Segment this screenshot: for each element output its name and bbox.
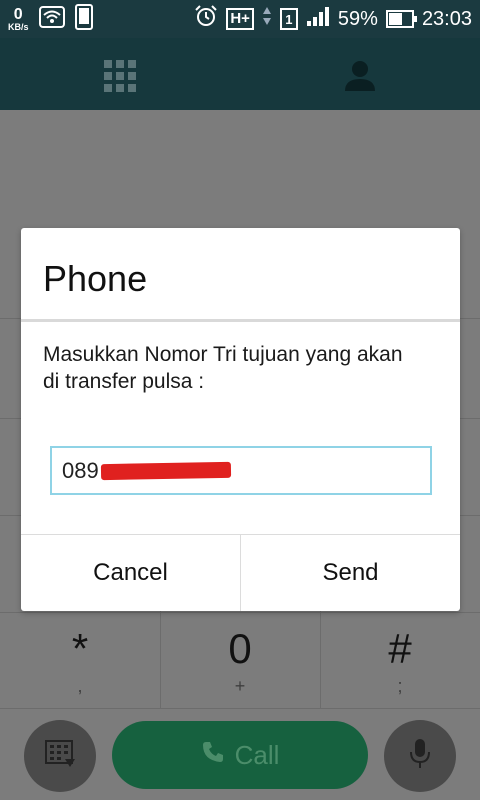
key-hash[interactable]: # ; xyxy=(320,612,480,708)
redaction-mark xyxy=(100,461,231,480)
network-type-badge: H+ xyxy=(226,8,254,30)
wifi-icon xyxy=(38,5,65,33)
bottom-action-bar: Call xyxy=(0,708,480,800)
phone-screen-icon xyxy=(74,3,93,35)
send-button[interactable]: Send xyxy=(240,535,460,611)
dialpad-tab-icon[interactable] xyxy=(104,60,136,92)
key-sub-label: , xyxy=(77,676,83,696)
key-sub-label: + xyxy=(234,676,246,696)
dialog-button-row: Cancel Send xyxy=(21,534,460,611)
net-speed-unit: KB/s xyxy=(8,21,29,32)
microphone-icon xyxy=(408,737,432,776)
dialog-message: Masukkan Nomor Tri tujuan yang akan di t… xyxy=(43,343,403,393)
app-bar xyxy=(0,38,480,110)
dialog-divider xyxy=(21,319,460,322)
sim-slot-badge: 1 xyxy=(279,8,298,30)
data-arrows-icon xyxy=(262,5,272,33)
transfer-number-dialog: Phone Masukkan Nomor Tri tujuan yang aka… xyxy=(21,228,460,611)
call-button[interactable]: Call xyxy=(112,721,368,789)
cancel-button[interactable]: Cancel xyxy=(21,535,240,611)
dialpad-toggle-icon xyxy=(43,739,77,774)
voice-input-button[interactable] xyxy=(384,720,456,792)
battery-percent: 59% xyxy=(337,7,378,30)
phone-number-input[interactable]: 089 xyxy=(50,446,432,495)
contacts-tab-icon[interactable] xyxy=(344,58,376,92)
key-zero[interactable]: 0 + xyxy=(160,612,320,708)
key-sub-label: ; xyxy=(397,676,403,696)
key-star[interactable]: * , xyxy=(0,612,160,708)
signal-icon xyxy=(306,5,330,33)
call-label: Call xyxy=(234,739,280,770)
alarm-icon xyxy=(194,4,218,34)
key-main-label: * xyxy=(71,625,89,672)
phone-number-value: 089 xyxy=(62,457,99,483)
dialog-title: Phone xyxy=(43,258,148,299)
key-main-label: 0 xyxy=(228,625,252,672)
keypad-row: * , 0 + # ; xyxy=(0,612,480,708)
battery-icon xyxy=(385,10,417,28)
key-main-label: # xyxy=(388,625,412,672)
phone-icon xyxy=(201,740,225,771)
status-bar: 0 KB/s H+ 1 59% 23:03 xyxy=(0,0,480,38)
dialpad-toggle-button[interactable] xyxy=(24,720,96,792)
clock: 23:03 xyxy=(421,7,472,30)
net-speed: 0 KB/s xyxy=(8,5,29,32)
net-speed-value: 0 xyxy=(13,5,23,23)
